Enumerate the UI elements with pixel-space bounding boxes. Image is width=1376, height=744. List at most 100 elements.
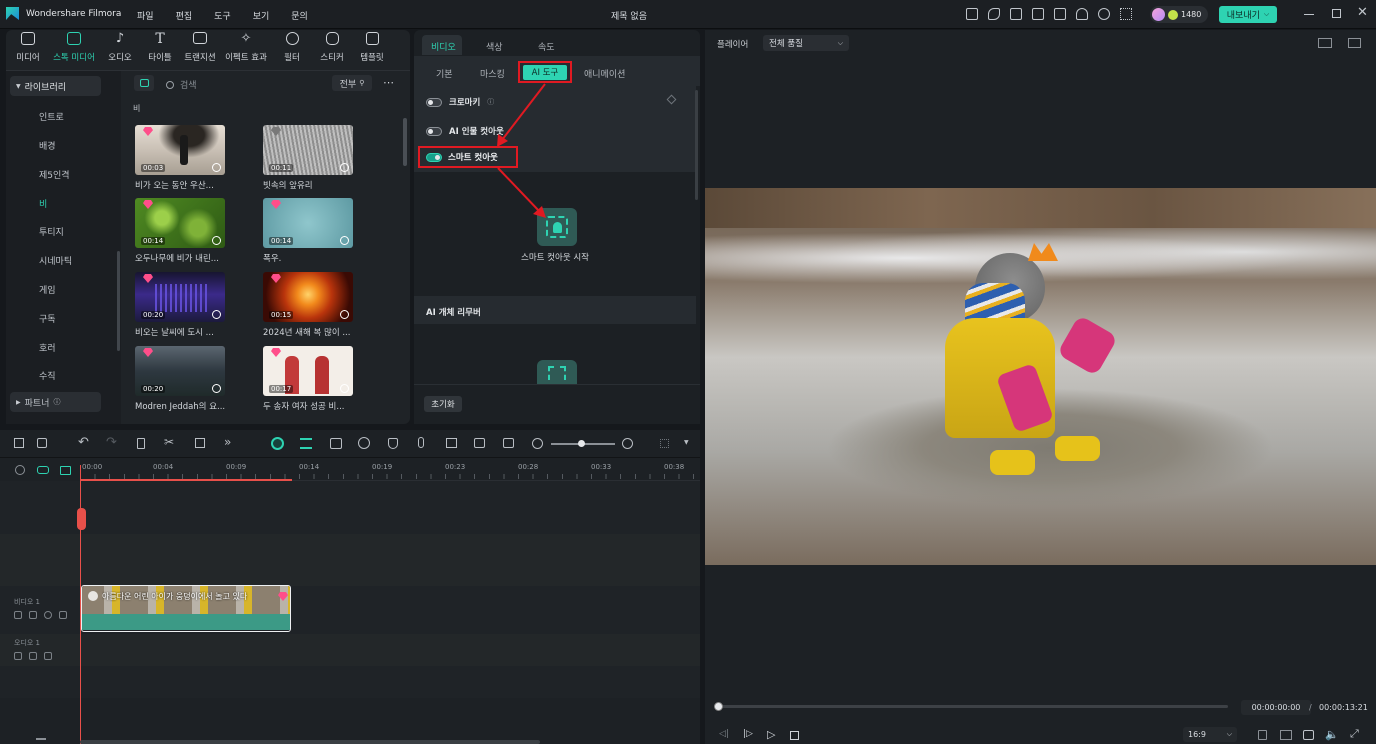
stock-item[interactable]: 00:14 오두나무에 비가 내린... xyxy=(135,198,227,264)
stock-item[interactable]: 00:14 폭우. xyxy=(263,198,355,264)
video-clip[interactable]: 아름다운 어린 아이가 웅덩이에서 놀고 있다 xyxy=(81,585,291,632)
nav-effects[interactable]: ✧ 이펙트 효과 xyxy=(220,32,272,68)
nav-transition[interactable]: 트랜지션 xyxy=(180,32,220,68)
timeline-grid-icon[interactable] xyxy=(660,439,669,448)
layout-grid-icon[interactable] xyxy=(14,438,24,448)
quality-dropdown[interactable]: 전체 품질 ⌵ xyxy=(763,35,849,51)
collapse-icon[interactable] xyxy=(36,738,46,744)
menu-view[interactable]: 보기 xyxy=(253,9,270,22)
nav-filter[interactable]: 필터 xyxy=(272,32,312,68)
lock-icon[interactable] xyxy=(14,611,22,619)
stop-icon[interactable] xyxy=(790,731,799,740)
save-icon[interactable] xyxy=(1054,8,1066,20)
library-header[interactable]: ▼ 라이브러리 xyxy=(10,76,101,96)
playhead[interactable] xyxy=(80,465,81,744)
filter-dropdown[interactable]: 전부 ⚲ xyxy=(332,75,372,91)
display-icon[interactable] xyxy=(1280,730,1292,740)
chain-icon[interactable] xyxy=(37,466,49,474)
next-frame-icon[interactable]: |▷ xyxy=(743,729,753,739)
playback-scrubber[interactable] xyxy=(714,702,723,711)
delete-icon[interactable] xyxy=(137,438,145,449)
monitor-icon[interactable] xyxy=(1032,8,1044,20)
sidebar-scrollbar[interactable] xyxy=(117,251,120,351)
eye-icon[interactable] xyxy=(44,611,52,619)
send-icon[interactable] xyxy=(988,8,1000,20)
close-icon[interactable]: ✕ xyxy=(1357,5,1368,20)
library-item-rain[interactable]: 비 xyxy=(39,197,47,210)
shield-icon[interactable] xyxy=(388,438,398,449)
library-item-cinematic[interactable]: 시네마틱 xyxy=(39,254,72,267)
more-options-icon[interactable]: ⋯ xyxy=(383,76,394,89)
lock-icon[interactable] xyxy=(14,652,22,660)
volume-icon[interactable] xyxy=(29,611,37,619)
menu-edit[interactable]: 편집 xyxy=(176,9,193,22)
select-tool-icon[interactable] xyxy=(37,438,47,448)
partner-header[interactable]: ▶ 파트너 ⓘ xyxy=(10,392,101,412)
nav-media[interactable]: 미디어 xyxy=(8,32,48,68)
library-item-identity-v[interactable]: 제5인격 xyxy=(39,168,70,181)
settings-icon[interactable] xyxy=(1098,8,1110,20)
auto-reframe-icon[interactable] xyxy=(330,438,342,449)
nav-sticker[interactable]: 스티커 xyxy=(312,32,352,68)
ai-assist-icon[interactable] xyxy=(271,437,284,450)
credits-badge[interactable]: 1480 xyxy=(1150,6,1208,23)
aspect-ratio-dropdown[interactable]: 16:9 ⌵ xyxy=(1183,727,1237,742)
library-item-vertical[interactable]: 수직 xyxy=(39,369,56,382)
library-item-background[interactable]: 배경 xyxy=(39,139,56,152)
stock-search[interactable]: 검색 xyxy=(166,78,197,91)
library-item-tutti[interactable]: 투티지 xyxy=(39,225,64,238)
fullscreen-icon[interactable]: ⤢ xyxy=(1350,727,1359,741)
prev-frame-icon[interactable]: ◁| xyxy=(719,729,729,739)
export-button[interactable]: 내보내기 ⌵ xyxy=(1219,6,1277,23)
render-icon[interactable] xyxy=(358,437,370,449)
library-item-subscribe[interactable]: 구독 xyxy=(39,312,56,325)
snapshot-image-icon[interactable] xyxy=(1348,38,1361,48)
stock-item[interactable]: 00:15 2024년 새해 복 많이 ... xyxy=(263,272,355,338)
hide-icon[interactable] xyxy=(59,611,67,619)
stock-item[interactable]: 00:20 비오는 날씨에 도시 ... xyxy=(135,272,227,338)
stock-item[interactable]: 00:11 빗속의 앞유리 xyxy=(263,125,355,191)
magnet-snap-icon[interactable] xyxy=(300,438,312,449)
search-input[interactable]: 검색 xyxy=(180,78,197,91)
crop-icon[interactable] xyxy=(195,438,205,448)
minimize-icon[interactable] xyxy=(1304,14,1314,15)
stock-scrollbar[interactable] xyxy=(403,118,407,166)
undo-icon[interactable]: ↶ xyxy=(78,435,89,450)
microphone-icon[interactable] xyxy=(418,437,424,448)
nav-stock-media[interactable]: 스톡 미디어 xyxy=(48,32,100,68)
stock-item[interactable]: 00:03 비가 오는 동안 우산... xyxy=(135,125,227,191)
volume-icon[interactable] xyxy=(29,652,37,660)
ai-remover-button[interactable] xyxy=(537,360,577,384)
add-track-icon[interactable] xyxy=(60,466,71,475)
zoom-in-icon[interactable] xyxy=(622,438,633,449)
caret-down-icon[interactable]: ▼ xyxy=(684,439,689,446)
video-preview[interactable] xyxy=(705,188,1376,565)
nav-title[interactable]: T 타이틀 xyxy=(140,32,180,68)
pip-icon[interactable] xyxy=(474,438,485,448)
mute-icon[interactable] xyxy=(44,652,52,660)
redo-icon[interactable]: ↷ xyxy=(106,435,117,450)
reset-button[interactable]: 초기화 xyxy=(424,396,462,412)
nav-template[interactable]: 템플릿 xyxy=(352,32,392,68)
voiceover-icon[interactable] xyxy=(446,438,457,448)
menu-file[interactable]: 파일 xyxy=(137,9,154,22)
timeline-h-scrollbar[interactable] xyxy=(80,740,540,744)
more-tools-icon[interactable]: » xyxy=(224,435,231,449)
apps-grid-icon[interactable] xyxy=(1120,8,1132,20)
menu-tools[interactable]: 도구 xyxy=(214,9,231,22)
zoom-out-icon[interactable] xyxy=(532,438,543,449)
compare-view-icon[interactable] xyxy=(1318,38,1332,48)
playhead-handle[interactable] xyxy=(77,508,86,530)
timeline-ruler[interactable]: 00:00 00:04 00:09 00:14 00:19 00:23 00:2… xyxy=(80,459,700,481)
library-item-intro[interactable]: 인트로 xyxy=(39,110,64,123)
link-icon[interactable] xyxy=(15,465,25,475)
gift-icon[interactable] xyxy=(966,8,978,20)
camera-snapshot-icon[interactable] xyxy=(1303,730,1314,740)
device-icon[interactable] xyxy=(1010,8,1022,20)
menu-help[interactable]: 문의 xyxy=(291,9,308,22)
play-icon[interactable]: ▷ xyxy=(767,728,775,741)
library-item-horror[interactable]: 호러 xyxy=(39,341,56,354)
scissors-icon[interactable]: ✂ xyxy=(164,435,174,449)
cloud-icon[interactable] xyxy=(1076,8,1088,20)
fit-timeline-icon[interactable] xyxy=(503,438,514,448)
